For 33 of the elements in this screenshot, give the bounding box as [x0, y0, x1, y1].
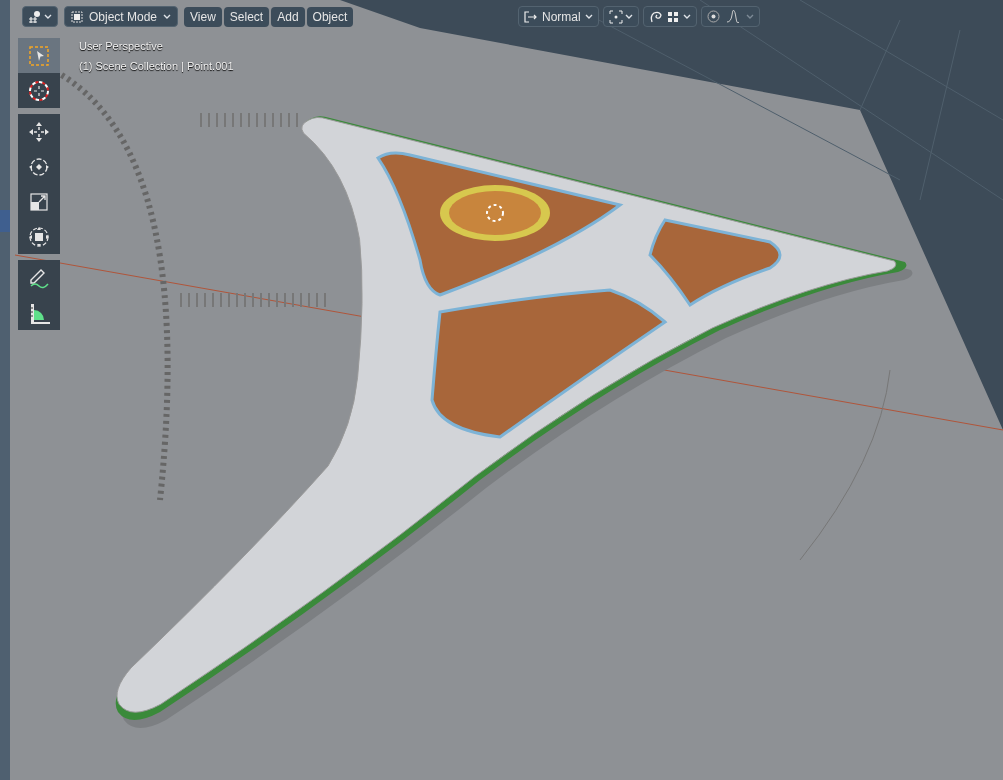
rotate-icon [28, 155, 50, 178]
proportional-edit-button[interactable] [700, 6, 760, 27]
transform-icon [28, 225, 50, 248]
falloff-curve-icon [725, 10, 740, 23]
menu-button[interactable]: Object [306, 6, 354, 27]
caret-icon [745, 13, 754, 20]
pivot-icon [608, 9, 623, 24]
menu-button[interactable]: Select [223, 6, 270, 27]
menu-button[interactable]: Add [271, 6, 305, 27]
caret-icon [163, 13, 172, 20]
mode-dropdown[interactable]: Object Mode [64, 6, 179, 27]
collection-label: (1) Scene Collection | Point.001 [79, 58, 234, 74]
snap-button[interactable] [642, 6, 697, 27]
move-arrows-icon [28, 120, 50, 143]
circle-dot-icon [706, 10, 720, 23]
scale-icon [28, 190, 50, 213]
menu-button[interactable]: View [184, 6, 222, 27]
magnet-icon [648, 9, 663, 24]
pivot-point-button[interactable] [602, 6, 639, 27]
caret-icon [44, 13, 52, 20]
camera-light-icon [28, 9, 42, 24]
orientation-icon [524, 10, 538, 23]
object-mode-icon [71, 10, 83, 23]
cursor-icon [28, 79, 50, 102]
editor-type-button[interactable] [22, 6, 58, 27]
select-box-icon [28, 44, 50, 67]
caret-icon [682, 13, 691, 20]
orientation-dropdown[interactable]: Normal [518, 6, 599, 27]
ruler-protractor-icon [28, 301, 50, 324]
caret-icon [584, 13, 593, 20]
caret-icon [624, 13, 633, 20]
grid-dots-icon [666, 10, 679, 23]
view-name-label: User Perspective [79, 39, 164, 54]
